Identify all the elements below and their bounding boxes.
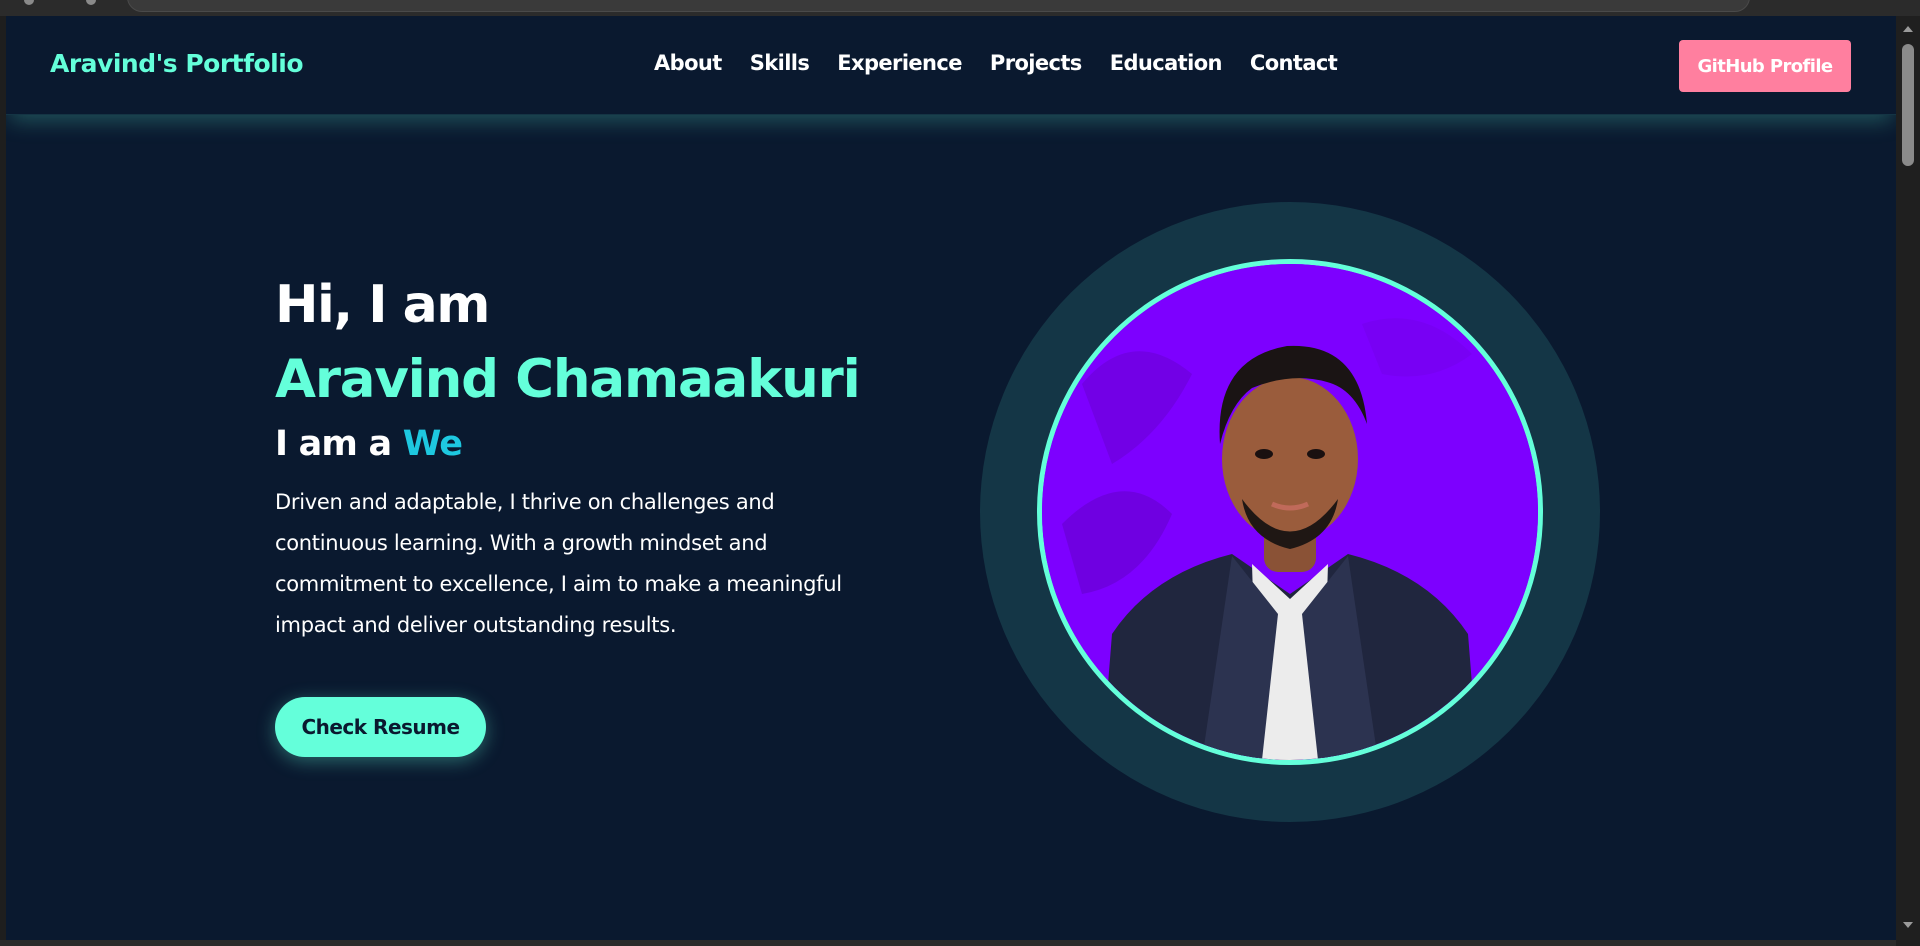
nav-link-skills[interactable]: Skills: [750, 51, 810, 75]
hero-name: Aravind Chamaakuri: [275, 349, 861, 411]
site-logo[interactable]: Aravind's Portfolio: [50, 49, 304, 78]
chevron-up-icon[interactable]: [1903, 26, 1913, 32]
check-resume-button[interactable]: Check Resume: [275, 697, 486, 757]
nav-link-projects[interactable]: Projects: [990, 51, 1082, 75]
window-bottom-edge: [0, 940, 1896, 946]
profile-photo-illustration: [1042, 264, 1538, 760]
nav-link-about[interactable]: About: [654, 51, 722, 75]
profile-photo: [1037, 259, 1543, 765]
address-bar[interactable]: [127, 0, 1750, 12]
browser-button[interactable]: [86, 0, 96, 5]
hero-text: Hi, I am Aravind Chamaakuri I am a We Dr…: [275, 274, 895, 646]
page-viewport: Aravind's Portfolio About Skills Experie…: [6, 16, 1896, 940]
scrollbar-thumb[interactable]: [1902, 44, 1914, 166]
nav-link-contact[interactable]: Contact: [1250, 51, 1338, 75]
github-profile-button[interactable]: GitHub Profile: [1679, 40, 1851, 92]
hero-role: I am a We: [275, 424, 895, 464]
hero-description: Driven and adaptable, I thrive on challe…: [275, 489, 842, 637]
navbar: Aravind's Portfolio About Skills Experie…: [6, 16, 1896, 115]
nav-link-education[interactable]: Education: [1110, 51, 1223, 75]
nav-links: About Skills Experience Projects Educati…: [654, 51, 1338, 75]
browser-button[interactable]: [24, 0, 34, 5]
hero-greeting: Hi, I am: [275, 275, 490, 335]
scrollbar[interactable]: [1896, 16, 1920, 946]
chevron-down-icon[interactable]: [1903, 922, 1913, 928]
role-prefix: I am a: [275, 423, 392, 464]
nav-link-experience[interactable]: Experience: [837, 51, 962, 75]
browser-chrome: [0, 0, 1920, 16]
role-typing-word: We: [402, 423, 463, 464]
